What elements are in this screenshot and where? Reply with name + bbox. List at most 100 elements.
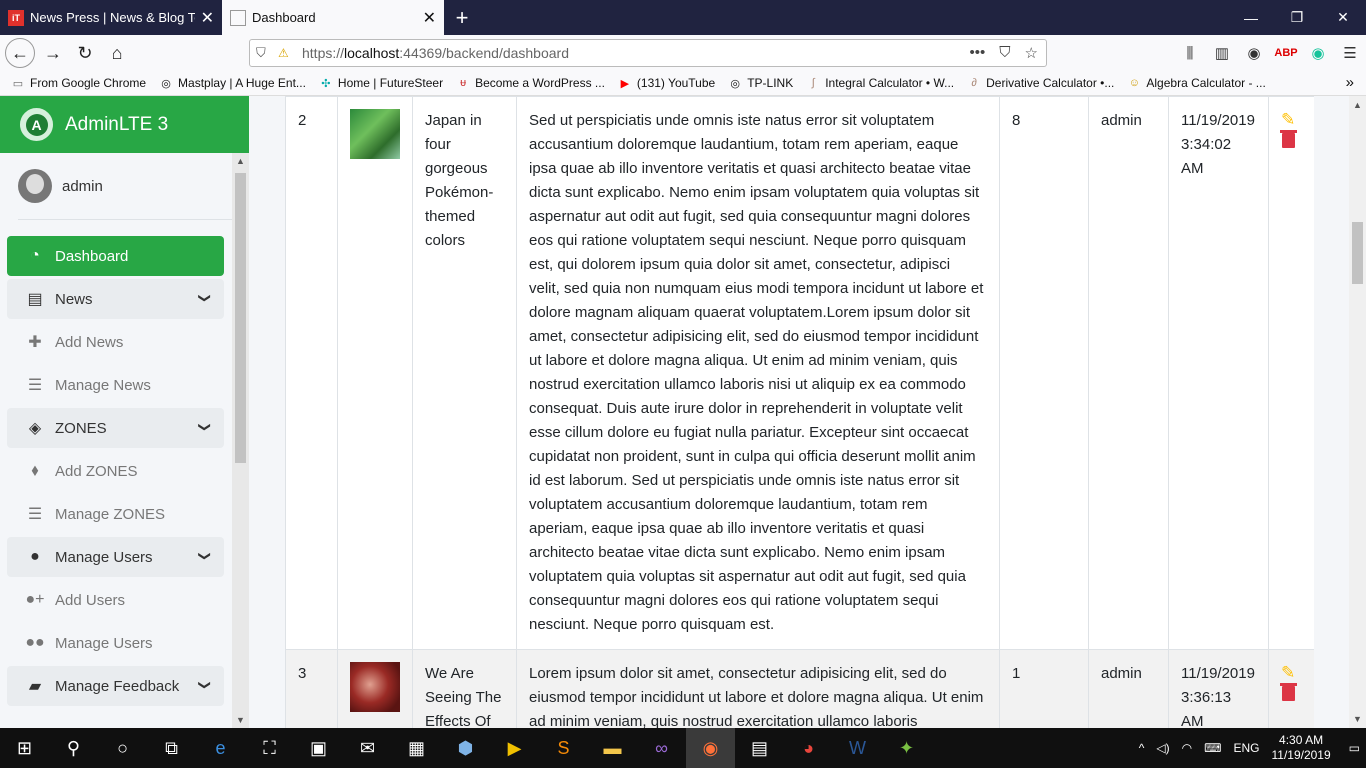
cortana-icon[interactable]: ○ bbox=[98, 728, 147, 768]
bookmark-item[interactable]: ☺ Algebra Calculator - ... bbox=[1126, 76, 1266, 90]
chevron-down-icon[interactable]: ❯ bbox=[198, 680, 212, 690]
bookmark-item[interactable]: ᵾ Become a WordPress ... bbox=[455, 76, 605, 90]
sidebar-menu: ◔ Dashboard ▤ News ❯ ✚ Add News ☰ Manage News ◈ ZO… bbox=[7, 236, 224, 709]
adblock-icon[interactable]: ABP bbox=[1270, 47, 1302, 59]
sidebar-scrollbar[interactable]: ▲ ▼ bbox=[232, 153, 249, 728]
sidebar-item-dashboard[interactable]: ◔ Dashboard bbox=[7, 236, 224, 276]
sidebar-item-add-news[interactable]: ✚ Add News bbox=[7, 322, 224, 362]
keyboard-icon[interactable]: ⌨ bbox=[1204, 741, 1221, 755]
new-tab-icon[interactable]: + bbox=[444, 0, 480, 35]
sidebar-item-label: Manage ZONES bbox=[55, 505, 166, 523]
scroll-down-icon[interactable]: ▼ bbox=[1349, 714, 1366, 724]
sidebar-item-add-users[interactable]: ●+ Add Users bbox=[7, 580, 224, 620]
more-bookmarks-icon[interactable]: » bbox=[1346, 74, 1354, 91]
tab-title: Dashboard bbox=[252, 10, 316, 25]
window-close-icon[interactable]: ✕ bbox=[1320, 0, 1366, 35]
player-icon[interactable]: ▶ bbox=[490, 728, 539, 768]
edit-icon[interactable]: ✎ bbox=[1281, 662, 1314, 684]
visual-studio-icon[interactable]: ∞ bbox=[637, 728, 686, 768]
scroll-up-icon[interactable]: ▲ bbox=[1349, 100, 1366, 110]
volume-icon[interactable]: ◁) bbox=[1156, 741, 1169, 755]
browser-tab-news-press[interactable]: iT News Press | News & Blog Temp ✕ bbox=[0, 0, 222, 35]
bookmark-item[interactable]: ▶ (131) YouTube bbox=[617, 76, 716, 90]
sidebar-item-zones[interactable]: ◈ ZONES ❯ bbox=[7, 408, 224, 448]
wordpress-icon: ᵾ bbox=[460, 77, 467, 89]
sidebar-item-manage-news[interactable]: ☰ Manage News bbox=[7, 365, 224, 405]
browser-tab-dashboard[interactable]: Dashboard ✕ bbox=[222, 0, 444, 35]
minimize-icon[interactable]: — bbox=[1228, 0, 1274, 35]
language-indicator[interactable]: ENG bbox=[1233, 741, 1259, 755]
table-row: 2 Japan in four gorgeous Pokémon-themed … bbox=[285, 96, 1314, 650]
tab-close-icon[interactable]: ✕ bbox=[423, 8, 436, 28]
task-view-icon[interactable]: ⧉ bbox=[147, 728, 196, 768]
file-explorer-icon[interactable]: ▬ bbox=[588, 728, 637, 768]
page-actions-icon[interactable]: ••• bbox=[970, 44, 986, 62]
trash-icon[interactable] bbox=[1280, 683, 1297, 701]
news-thumbnail bbox=[350, 109, 400, 159]
scroll-down-icon[interactable]: ▼ bbox=[232, 715, 249, 725]
notification-icon[interactable]: ▭ bbox=[1349, 741, 1360, 755]
sidebar-item-news[interactable]: ▤ News ❯ bbox=[7, 279, 224, 319]
sidebar-item-manage-users[interactable]: ● Manage Users ❯ bbox=[7, 537, 224, 577]
edge-icon[interactable]: e bbox=[196, 728, 245, 768]
menu-hamburger-icon[interactable]: ☰ bbox=[1334, 44, 1366, 62]
sidebar-item-manage-users[interactable]: ●● Manage Users bbox=[7, 623, 224, 663]
library-icon[interactable]: ⫼ bbox=[1174, 45, 1206, 62]
bookmark-item[interactable]: ∂ Derivative Calculator •... bbox=[966, 76, 1114, 90]
calculator-icon[interactable]: ▦ bbox=[392, 728, 441, 768]
time-text: 3:36:13 AM bbox=[1181, 689, 1232, 728]
remote-desktop-icon[interactable]: ▤ bbox=[735, 728, 784, 768]
forward-arrow-icon[interactable]: → bbox=[37, 37, 69, 69]
control-panel-icon[interactable]: ▣ bbox=[294, 728, 343, 768]
cell-date: 11/19/2019 3:36:13 AM bbox=[1168, 649, 1269, 728]
page-scrollbar[interactable]: ▲ ▼ bbox=[1349, 96, 1366, 728]
reload-icon[interactable]: ↻ bbox=[69, 37, 101, 69]
brand-link[interactable]: A AdminLTE 3 bbox=[0, 96, 249, 153]
clock[interactable]: 4:30 AM 11/19/2019 bbox=[1271, 733, 1330, 763]
pocket-icon[interactable]: ⛉ bbox=[999, 44, 1010, 62]
scrollbar-thumb[interactable] bbox=[1352, 222, 1363, 284]
user-name[interactable]: admin bbox=[62, 178, 103, 195]
home-icon[interactable]: ⌂ bbox=[101, 37, 133, 69]
restore-icon[interactable]: ❐ bbox=[1274, 0, 1320, 35]
sidebar-toggle-icon[interactable]: ▥ bbox=[1206, 44, 1238, 62]
chrome-icon[interactable]: ◕ bbox=[784, 728, 833, 768]
edit-icon[interactable]: ✎ bbox=[1281, 109, 1314, 131]
shield-icon[interactable]: ⛉ bbox=[256, 45, 278, 61]
scrollbar-thumb[interactable] bbox=[235, 173, 246, 463]
sidebar-item-manage-zones[interactable]: ☰ Manage ZONES bbox=[7, 494, 224, 534]
firefox-icon[interactable]: ◉ bbox=[686, 728, 735, 768]
mail-icon[interactable]: ✉ bbox=[343, 728, 392, 768]
search-icon[interactable]: ⚲ bbox=[49, 728, 98, 768]
chevron-up-icon[interactable]: ^ bbox=[1139, 741, 1145, 755]
chevron-down-icon[interactable]: ❯ bbox=[198, 422, 212, 432]
sidebar-item-manage-feedback[interactable]: ▰ Manage Feedback ❯ bbox=[7, 666, 224, 706]
globe-icon: ◎ bbox=[730, 77, 740, 90]
word-icon[interactable]: W bbox=[833, 728, 882, 768]
news-thumbnail bbox=[350, 662, 400, 712]
bookmark-item[interactable]: ∫ Integral Calculator • W... bbox=[805, 76, 954, 90]
bookmark-item[interactable]: ▭ From Google Chrome bbox=[10, 76, 146, 90]
tab-close-icon[interactable]: ✕ bbox=[201, 8, 214, 28]
account-icon[interactable]: ◉ bbox=[1238, 44, 1270, 62]
chevron-down-icon[interactable]: ❯ bbox=[198, 293, 212, 303]
grammarly-icon[interactable]: ◉ bbox=[1302, 44, 1334, 62]
warning-lock-icon[interactable]: ⚠ bbox=[278, 46, 296, 60]
box-app-icon[interactable]: ⬢ bbox=[441, 728, 490, 768]
bookmark-item[interactable]: ✣ Home | FutureSteer bbox=[318, 76, 443, 90]
windows-start-icon[interactable]: ⊞ bbox=[0, 728, 49, 768]
address-bar[interactable]: ⛉ ⚠ https://localhost:44369/backend/dash… bbox=[249, 39, 1047, 67]
trash-icon[interactable] bbox=[1280, 130, 1297, 148]
app-icon[interactable]: ✦ bbox=[882, 728, 931, 768]
sublime-icon[interactable]: S bbox=[539, 728, 588, 768]
bookmark-item[interactable]: ◎ TP-LINK bbox=[727, 76, 793, 90]
chevron-down-icon[interactable]: ❯ bbox=[198, 551, 212, 561]
bookmark-star-icon[interactable]: ☆ bbox=[1025, 44, 1038, 62]
scroll-up-icon[interactable]: ▲ bbox=[232, 156, 249, 166]
sidebar-item-add-zones[interactable]: ⬧ Add ZONES bbox=[7, 451, 224, 491]
bookmark-item[interactable]: ◎ Mastplay | A Huge Ent... bbox=[158, 76, 306, 90]
back-arrow-icon[interactable]: ← bbox=[5, 38, 35, 68]
url-text[interactable]: https://localhost:44369/backend/dashboar… bbox=[302, 45, 970, 61]
wifi-icon[interactable]: ◠ bbox=[1182, 741, 1192, 755]
store-icon[interactable]: ⛶ bbox=[245, 728, 294, 768]
